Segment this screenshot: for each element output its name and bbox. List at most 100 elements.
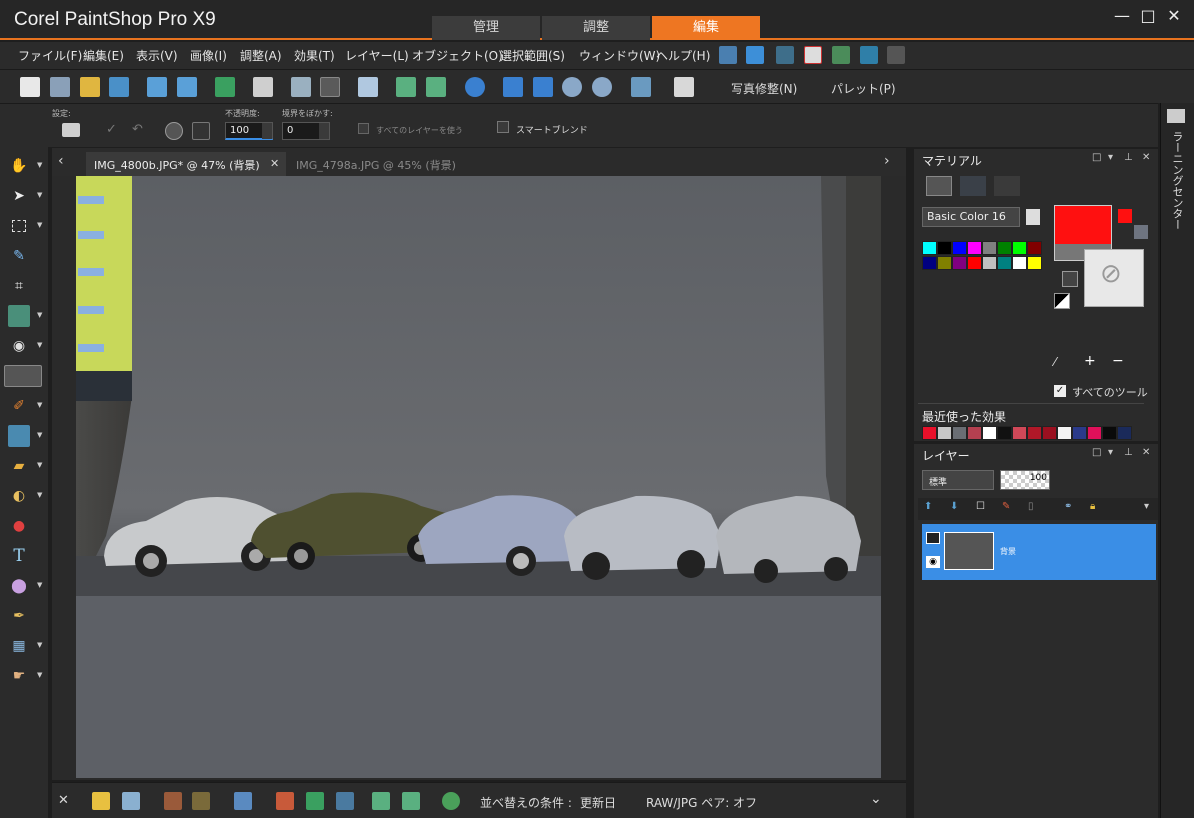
- palette-swatch[interactable]: [982, 241, 997, 255]
- eraser-tool-icon[interactable]: ▰: [8, 455, 30, 477]
- grid-layout-icon[interactable]: [887, 46, 905, 64]
- move-layer-up-icon[interactable]: ⬆: [924, 501, 932, 512]
- palette-swatch[interactable]: [1012, 241, 1027, 255]
- tag-icon[interactable]: [164, 792, 182, 810]
- warp-dropdown-icon[interactable]: ▼: [37, 641, 42, 649]
- layers-options-icon[interactable]: ▾: [1144, 501, 1149, 512]
- feather-arrow[interactable]: [319, 123, 329, 139]
- brush-dropdown-icon[interactable]: ▼: [37, 401, 42, 409]
- close-tab-icon[interactable]: ✕: [270, 157, 279, 170]
- pick-tool-dropdown-icon[interactable]: ▼: [37, 191, 42, 199]
- list-view-icon[interactable]: [122, 792, 140, 810]
- recent-color-swatch[interactable]: [1042, 426, 1057, 440]
- visibility-eye-icon[interactable]: ◉: [926, 556, 940, 568]
- pan-tool-icon[interactable]: ✋: [8, 155, 30, 177]
- opacity-spinner[interactable]: 100: [225, 122, 273, 140]
- menu-adjust[interactable]: 調整(A): [240, 47, 282, 64]
- sort-dropdown[interactable]: 更新日: [580, 794, 616, 811]
- apply-check-icon[interactable]: ✓: [106, 122, 117, 137]
- paste-icon[interactable]: [674, 77, 694, 97]
- rotate-ccw-icon[interactable]: [372, 792, 390, 810]
- print-icon[interactable]: [253, 77, 273, 97]
- resize-icon[interactable]: [358, 77, 378, 97]
- menu-selections[interactable]: 選択範囲(S): [500, 47, 565, 64]
- fit-window-icon[interactable]: [533, 77, 553, 97]
- panel-pin-icon[interactable]: ⊥: [1124, 152, 1133, 163]
- learning-center-icon[interactable]: [1167, 109, 1185, 123]
- eyedropper-icon[interactable]: ⁄: [1054, 355, 1056, 369]
- crop-tool-icon[interactable]: ⌗: [8, 275, 30, 297]
- palette-swatch[interactable]: [937, 241, 952, 255]
- reset-icon[interactable]: ↶: [132, 122, 143, 137]
- maximize-button[interactable]: □: [1136, 6, 1160, 25]
- palette-swatch[interactable]: [952, 241, 967, 255]
- palette-menu[interactable]: パレット(P): [831, 80, 896, 97]
- lock-layer-icon[interactable]: 🔒︎: [1090, 501, 1095, 512]
- undo-icon[interactable]: [396, 77, 416, 97]
- screen-capture-icon[interactable]: [631, 77, 651, 97]
- palette-swatch[interactable]: [937, 256, 952, 270]
- swatches-tab-icon[interactable]: [926, 176, 952, 196]
- share-icon[interactable]: [215, 77, 235, 97]
- recent-color-swatch[interactable]: [1072, 426, 1087, 440]
- text-tool-icon[interactable]: T: [8, 545, 30, 567]
- redo-icon[interactable]: [426, 77, 446, 97]
- default-colors-icon[interactable]: [1054, 293, 1070, 309]
- palette-swatch[interactable]: [997, 256, 1012, 270]
- palette-swatch[interactable]: [982, 256, 997, 270]
- frame-tab-icon[interactable]: [994, 176, 1020, 196]
- layers-maximize-icon[interactable]: □: [1092, 447, 1101, 458]
- expand-organizer-icon[interactable]: ⌄: [870, 791, 882, 807]
- pan-tool-dropdown-icon[interactable]: ▼: [37, 161, 42, 169]
- new-file-icon[interactable]: [20, 77, 40, 97]
- recent-color-swatch[interactable]: [1102, 426, 1117, 440]
- menu-image[interactable]: 画像(I): [190, 47, 227, 64]
- opacity-arrow[interactable]: [262, 123, 272, 139]
- smart-blend-checkbox[interactable]: [497, 121, 509, 133]
- clone-tool-icon[interactable]: [4, 365, 42, 387]
- open-folder-icon[interactable]: [80, 77, 100, 97]
- batch-icon[interactable]: [276, 792, 294, 810]
- color-swatch-grid[interactable]: [922, 241, 1052, 273]
- edit-layer-icon[interactable]: ✎: [1002, 501, 1010, 512]
- recent-color-swatch[interactable]: [967, 426, 982, 440]
- untag-icon[interactable]: [192, 792, 210, 810]
- new-grid-icon[interactable]: [50, 77, 70, 97]
- smudge-tool-icon[interactable]: ☛: [8, 665, 30, 687]
- tab-adjust[interactable]: 調整: [542, 16, 650, 40]
- recent-color-swatch[interactable]: [1027, 426, 1042, 440]
- recent-color-swatch[interactable]: [937, 426, 952, 440]
- fill-dropdown-icon[interactable]: ▼: [37, 491, 42, 499]
- menu-window[interactable]: ウィンドウ(W): [579, 47, 660, 64]
- recent-color-swatch[interactable]: [997, 426, 1012, 440]
- selection-tool-icon[interactable]: [8, 215, 30, 237]
- tiles-icon[interactable]: [746, 46, 764, 64]
- all-layers-checkbox[interactable]: [358, 123, 369, 134]
- recent-color-swatch[interactable]: [982, 426, 997, 440]
- dodge-dropdown-icon[interactable]: ▼: [37, 431, 42, 439]
- rect-mode-icon[interactable]: [192, 122, 210, 140]
- menu-layers[interactable]: レイヤー(L): [345, 47, 409, 64]
- presets-icon[interactable]: [62, 123, 80, 137]
- minimize-button[interactable]: —: [1110, 6, 1134, 25]
- menu-help[interactable]: ヘルプ(H): [656, 47, 710, 64]
- menu-effects[interactable]: 効果(T): [294, 47, 335, 64]
- palette-swatch[interactable]: [967, 256, 982, 270]
- palette-swatch[interactable]: [1012, 256, 1027, 270]
- close-window-button[interactable]: ✕: [1162, 6, 1186, 25]
- blend-mode-select[interactable]: 標準: [922, 470, 994, 490]
- straighten-tool-icon[interactable]: [8, 305, 30, 327]
- foreground-mini-swatch[interactable]: [1118, 209, 1132, 223]
- rawjpg-dropdown[interactable]: RAW/JPG ペア: オフ: [646, 794, 757, 811]
- menu-edit[interactable]: 編集(E): [83, 47, 124, 64]
- swap-colors-icon[interactable]: [1062, 271, 1078, 287]
- recent-color-swatch[interactable]: [922, 426, 937, 440]
- palette-swatch[interactable]: [1027, 256, 1042, 270]
- info-icon[interactable]: [465, 77, 485, 97]
- people-icon[interactable]: [234, 792, 252, 810]
- eraser-dropdown-icon[interactable]: ▼: [37, 461, 42, 469]
- pick-tool-icon[interactable]: ➤: [8, 185, 30, 207]
- rotate-cw-icon[interactable]: [402, 792, 420, 810]
- pen-tool-icon[interactable]: ✒: [8, 605, 30, 627]
- tab-manage[interactable]: 管理: [432, 16, 540, 40]
